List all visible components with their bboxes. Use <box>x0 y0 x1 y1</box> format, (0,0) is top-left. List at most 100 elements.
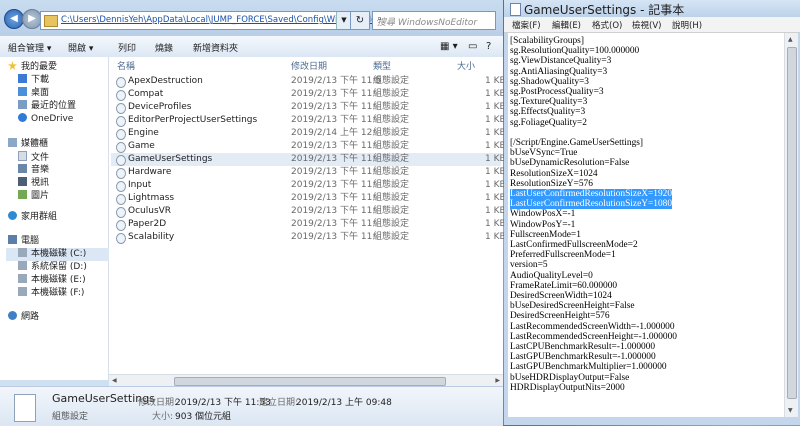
address-bar-area: ◀ ▶ C:\Users\DennisYeh\AppData\Local\JUM… <box>0 0 503 36</box>
view-options-icon[interactable]: ▦ ▾ <box>440 41 458 52</box>
nav-computer[interactable]: 電腦 <box>8 235 39 248</box>
address-input[interactable]: C:\Users\DennisYeh\AppData\Local\JUMP_FO… <box>40 11 401 30</box>
computer-icon <box>8 235 17 244</box>
print-button[interactable]: 列印 <box>118 41 136 54</box>
refresh-icon[interactable]: ↻ <box>350 11 370 30</box>
file-size: 1 KB <box>485 206 506 216</box>
file-row[interactable]: Compat 2019/2/13 下午 11: 組態設定 1 KB <box>111 88 506 101</box>
file-name: Scalability <box>128 232 175 242</box>
file-size: 1 KB <box>485 154 506 164</box>
help-icon[interactable]: ? <box>486 41 491 52</box>
search-icon[interactable]: ⌕ <box>377 14 492 24</box>
nav-drive-d[interactable]: 系統保留 (D:) <box>18 261 87 274</box>
file-date: 2019/2/13 下午 11: <box>291 167 376 177</box>
text-line: LastRecommendedScreenWidth=-1.000000 <box>510 321 675 332</box>
column-header-name[interactable]: 名稱 <box>117 59 135 72</box>
file-date: 2019/2/13 下午 11: <box>291 89 376 99</box>
nav-drive-c[interactable]: 本機磁碟 (C:) <box>6 248 116 261</box>
size-value: 903 個位元組 <box>175 412 232 422</box>
nav-libraries[interactable]: 媒體櫃 <box>8 138 48 151</box>
scroll-thumb[interactable] <box>787 47 797 399</box>
text-line: sg.ViewDistanceQuality=3 <box>510 56 612 67</box>
nav-documents[interactable]: 文件 <box>18 151 49 164</box>
file-row[interactable]: Game 2019/2/13 下午 11: 組態設定 1 KB <box>111 140 506 153</box>
menu-edit[interactable]: 編輯(E) <box>552 19 581 31</box>
file-size: 1 KB <box>485 141 506 151</box>
nav-pictures[interactable]: 圖片 <box>18 190 49 203</box>
text-line: ResolutionSizeX=1024 <box>510 168 598 179</box>
file-row[interactable]: Hardware 2019/2/13 下午 11: 組態設定 1 KB <box>111 166 506 179</box>
organize-button[interactable]: 組合管理 ▾ <box>8 41 51 54</box>
menu-view[interactable]: 檢視(V) <box>632 19 661 31</box>
nav-desktop[interactable]: 桌面 <box>18 87 49 100</box>
file-date: 2019/2/13 下午 11: <box>291 115 376 125</box>
search-input[interactable]: 搜尋 WindowsNoEditor ⌕ <box>372 11 496 30</box>
notepad-text-area[interactable]: [ScalabilityGroups] sg.ResolutionQuality=… <box>508 33 784 417</box>
music-icon <box>18 164 27 173</box>
file-row[interactable]: Paper2D 2019/2/13 下午 11: 組態設定 1 KB <box>111 218 506 231</box>
menu-file[interactable]: 檔案(F) <box>512 19 541 31</box>
notepad-title-bar: GameUserSettings - 記事本 <box>504 0 800 17</box>
file-row[interactable]: EditorPerProjectUserSettings 2019/2/13 下午… <box>111 114 506 127</box>
nav-downloads[interactable]: 下載 <box>18 74 49 87</box>
file-type: 組態設定 <box>373 128 410 138</box>
nav-music[interactable]: 音樂 <box>18 164 49 177</box>
nav-videos[interactable]: 視訊 <box>18 177 49 190</box>
file-date: 2019/2/13 下午 11: <box>291 141 376 151</box>
open-button[interactable]: 開啟 ▾ <box>68 41 93 54</box>
column-header-date[interactable]: 修改日期 <box>291 59 327 72</box>
file-row[interactable]: ApexDestruction 2019/2/13 下午 11:5 組態設定 1 KB <box>111 75 506 88</box>
nav-onedrive[interactable]: OneDrive <box>18 113 73 126</box>
column-header-size[interactable]: 大小 <box>457 59 475 72</box>
file-date: 2019/2/13 下午 11: <box>291 180 376 190</box>
nav-favorites[interactable]: 我的最愛 <box>8 61 57 74</box>
scroll-down-icon[interactable]: ▼ <box>788 407 793 414</box>
scroll-left-icon[interactable]: ◀ <box>112 377 117 384</box>
file-size: 1 KB <box>485 180 506 190</box>
nav-drive-f[interactable]: 本機磁碟 (F:) <box>18 287 84 300</box>
new-folder-button[interactable]: 新增資料夾 <box>193 41 238 54</box>
nav-network[interactable]: 網路 <box>8 311 39 324</box>
nav-drive-e[interactable]: 本機磁碟 (E:) <box>18 274 86 287</box>
vertical-scrollbar[interactable]: ▲ ▼ <box>784 33 798 417</box>
video-icon <box>18 177 27 186</box>
text-line: sg.AntiAliasingQuality=3 <box>510 66 608 77</box>
preview-pane-icon[interactable]: ▭ <box>468 41 477 52</box>
scroll-up-icon[interactable]: ▲ <box>788 36 793 43</box>
config-file-icon <box>116 233 126 244</box>
modified-label: 修改日期: <box>138 398 178 408</box>
back-arrow-icon[interactable]: ◀ <box>4 9 24 29</box>
hard-drive-icon <box>18 274 27 283</box>
forward-arrow-icon[interactable]: ▶ <box>22 9 42 29</box>
chevron-down-icon[interactable]: ▼ <box>336 12 351 29</box>
file-name: Compat <box>128 89 164 99</box>
document-icon <box>18 151 27 161</box>
file-row[interactable]: Engine 2019/2/14 上午 12: 組態設定 1 KB <box>111 127 506 140</box>
file-row[interactable]: GameUserSettings 2019/2/13 下午 11: 組態設定 1 KB <box>111 153 506 166</box>
scroll-right-icon[interactable]: ▶ <box>495 377 500 384</box>
cloud-icon <box>18 113 27 122</box>
file-row[interactable]: OculusVR 2019/2/13 下午 11: 組態設定 1 KB <box>111 205 506 218</box>
nav-recent[interactable]: 最近的位置 <box>18 100 76 113</box>
file-row[interactable]: Scalability 2019/2/13 下午 11: 組態設定 1 KB <box>111 231 506 244</box>
file-name: Game <box>128 141 155 151</box>
file-type: 組態設定 <box>373 102 410 112</box>
desktop-icon <box>18 87 27 96</box>
file-row[interactable]: Lightmass 2019/2/13 下午 11: 組態設定 1 KB <box>111 192 506 205</box>
file-date: 2019/2/13 下午 11: <box>291 154 376 164</box>
config-file-icon <box>116 116 126 127</box>
file-size: 1 KB <box>485 232 506 242</box>
scroll-thumb[interactable] <box>174 377 446 386</box>
burn-button[interactable]: 燒錄 <box>155 41 173 54</box>
menu-help[interactable]: 說明(H) <box>672 19 702 31</box>
column-header-type[interactable]: 類型 <box>373 59 391 72</box>
file-row[interactable]: Input 2019/2/13 下午 11: 組態設定 1 KB <box>111 179 506 192</box>
file-name: OculusVR <box>128 206 172 216</box>
hard-drive-icon <box>18 261 27 270</box>
menu-format[interactable]: 格式(O) <box>592 19 622 31</box>
details-pane: GameUserSettings 組態設定 修改日期: 2019/2/13 下午… <box>0 386 503 426</box>
file-row[interactable]: DeviceProfiles 2019/2/13 下午 11: 組態設定 1 KB <box>111 101 506 114</box>
nav-homegroup[interactable]: 家用群組 <box>8 211 57 224</box>
library-icon <box>8 138 17 147</box>
text-line: LastCPUBenchmarkResult=-1.000000 <box>510 342 656 352</box>
